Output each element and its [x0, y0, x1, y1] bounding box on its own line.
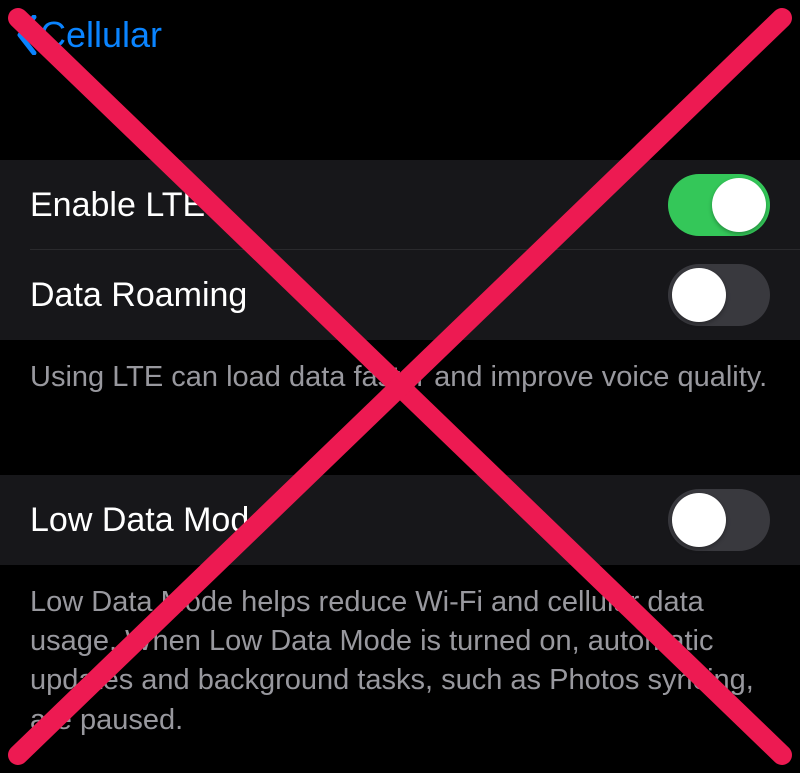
group-footer-lowdata: Low Data Mode helps reduce Wi-Fi and cel… — [0, 565, 800, 764]
chevron-left-icon[interactable] — [12, 13, 42, 57]
row-label-lte: Enable LTE — [30, 186, 205, 225]
row-label-lowdata: Low Data Mode — [30, 501, 268, 540]
toggle-knob — [672, 493, 726, 547]
settings-group-network: Enable LTE Data Roaming — [0, 160, 800, 340]
toggle-knob — [712, 178, 766, 232]
settings-group-lowdata: Low Data Mode — [0, 475, 800, 565]
toggle-knob — [672, 268, 726, 322]
toggle-data-roaming[interactable] — [668, 264, 770, 326]
row-data-roaming: Data Roaming — [0, 250, 800, 340]
section-spacer — [0, 421, 800, 475]
row-enable-lte: Enable LTE — [0, 160, 800, 250]
row-low-data-mode: Low Data Mode — [0, 475, 800, 565]
row-label-roaming: Data Roaming — [30, 276, 247, 315]
toggle-low-data-mode[interactable] — [668, 489, 770, 551]
section-spacer — [0, 70, 800, 160]
back-button-label[interactable]: Cellular — [40, 14, 162, 56]
group-footer-lte: Using LTE can load data faster and impro… — [0, 340, 800, 421]
nav-bar: Cellular — [0, 0, 800, 70]
toggle-enable-lte[interactable] — [668, 174, 770, 236]
